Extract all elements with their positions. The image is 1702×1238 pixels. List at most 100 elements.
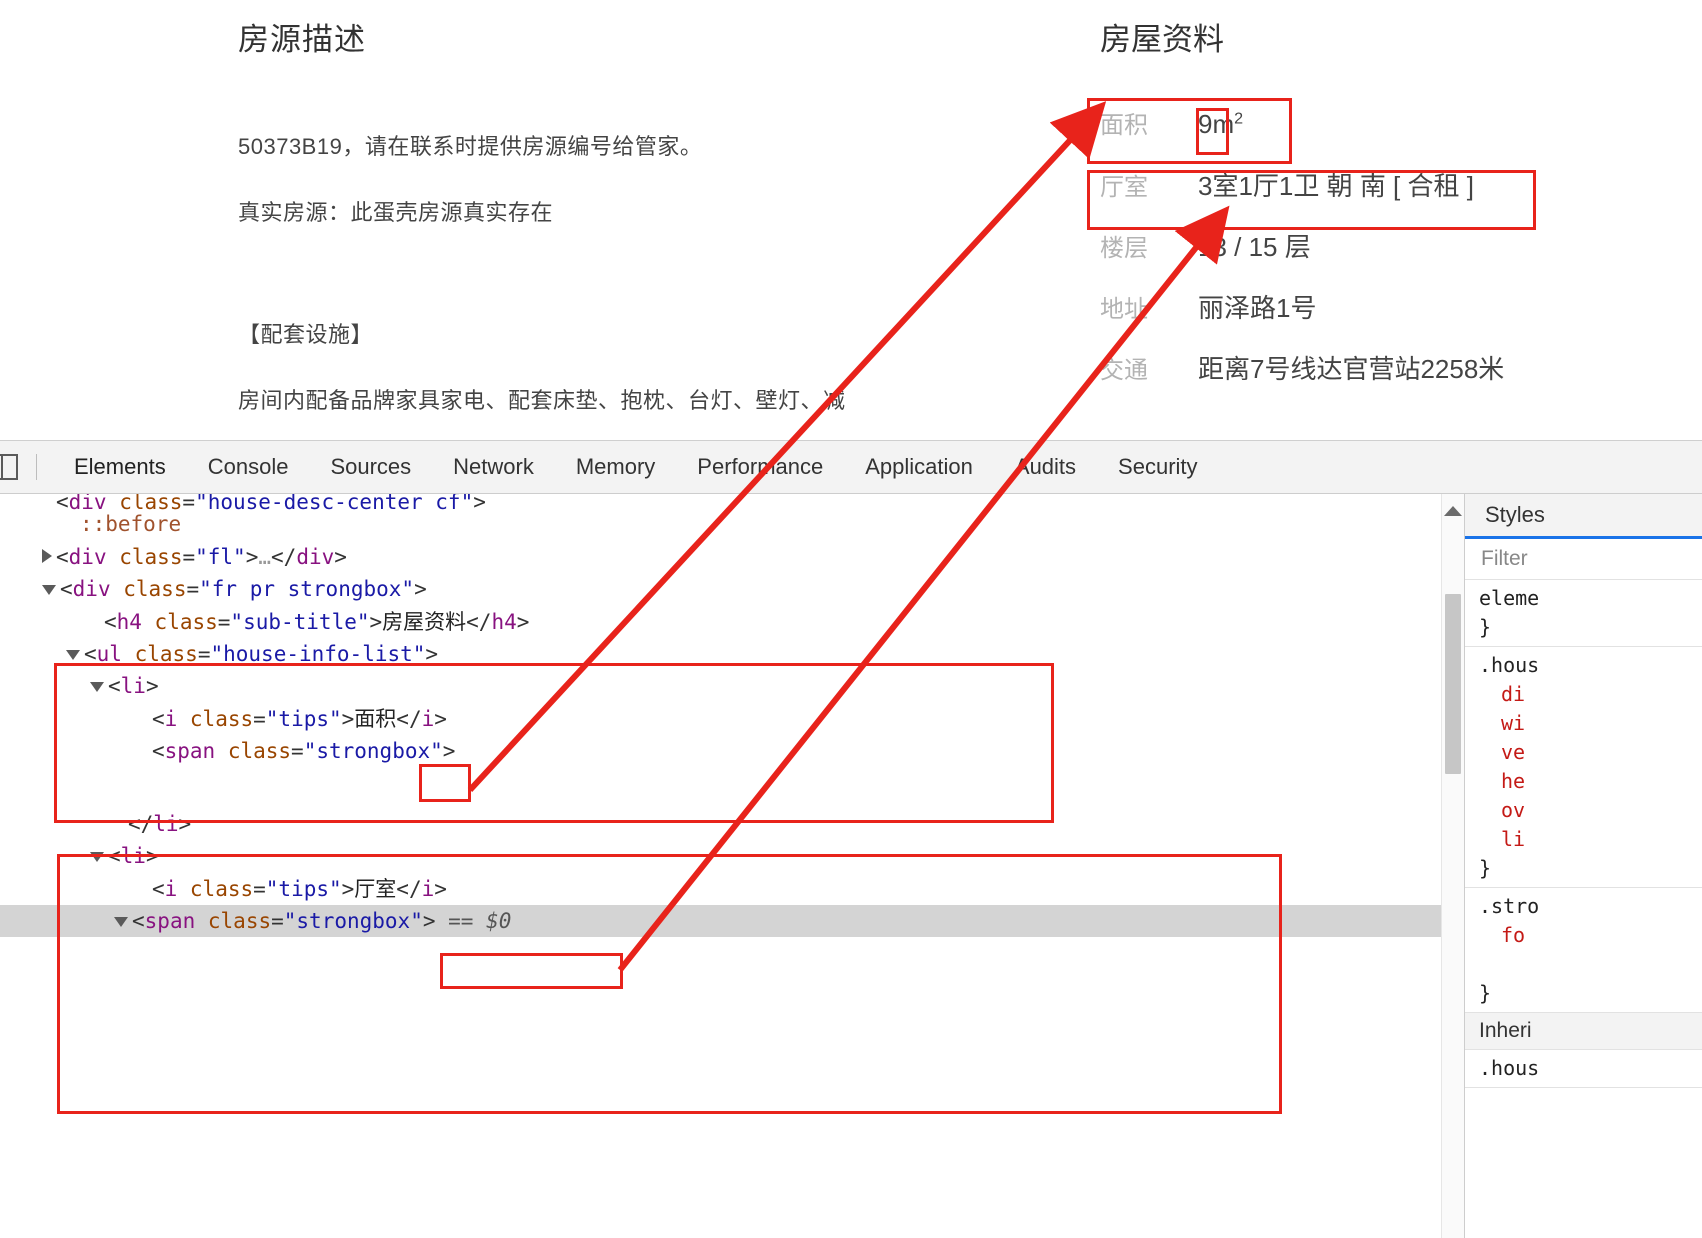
dom-token: i xyxy=(421,707,435,731)
devtools-panel: Elements Console Sources Network Memory … xyxy=(0,440,1702,1238)
dom-token: < xyxy=(56,545,69,569)
dom-tree-pane[interactable]: <div class="house-desc-center cf"> ::bef… xyxy=(0,494,1464,1238)
dom-token: div xyxy=(68,545,107,569)
dom-token: 房屋资料 xyxy=(382,610,467,634)
dom-tree-line[interactable]: <div class="fl">…</div> xyxy=(0,541,1464,573)
tab-security[interactable]: Security xyxy=(1097,454,1218,480)
dom-token: > xyxy=(178,812,192,836)
styles-pane[interactable]: Styles Filter eleme } .hous di wi ve he … xyxy=(1464,494,1702,1238)
tab-memory[interactable]: Memory xyxy=(555,454,676,480)
style-prop[interactable]: ve xyxy=(1479,738,1702,767)
dom-tree-line[interactable]: </li> xyxy=(0,808,1464,840)
style-prop[interactable]: di xyxy=(1479,680,1702,709)
toolbar-separator xyxy=(36,454,37,480)
dom-tree-scrollbar[interactable] xyxy=(1441,494,1464,1238)
area-unit: m xyxy=(1212,109,1235,139)
dom-token: < xyxy=(108,674,121,698)
row-value-rooms: 3室1厅1卫 朝 南 [ 合租 ] xyxy=(1198,171,1474,201)
dom-token: = xyxy=(253,877,266,901)
dom-tree-line[interactable]: <i class="tips">面积</i> xyxy=(0,703,1464,735)
dom-token: class xyxy=(227,739,292,763)
twisty-placeholder xyxy=(66,610,104,634)
dom-tree-line[interactable]: <div class="fr pr strongbox"> xyxy=(0,573,1464,605)
twisty-expanded-icon[interactable] xyxy=(90,852,104,862)
dom-token: < xyxy=(60,577,73,601)
row-value-floor: 13 / 15 层 xyxy=(1198,232,1311,262)
style-rule-house[interactable]: .hous di wi ve he ov li } xyxy=(1465,647,1702,888)
inherited-style-rule[interactable]: .hous xyxy=(1465,1050,1702,1088)
styles-filter-row[interactable]: Filter xyxy=(1465,539,1702,580)
twisty-expanded-icon[interactable] xyxy=(90,682,104,692)
inherited-from-label: Inheri xyxy=(1465,1013,1702,1050)
dom-token: > xyxy=(425,642,439,666)
twisty-expanded-icon[interactable] xyxy=(42,585,56,595)
dom-token: div xyxy=(72,577,111,601)
dom-token: = xyxy=(253,707,266,731)
dom-token: "strongbox" xyxy=(303,739,443,763)
row-label-transit: 交通 xyxy=(1100,357,1148,384)
dom-tree-line[interactable]: <ul class="house-info-list"> xyxy=(0,638,1464,670)
tab-styles[interactable]: Styles xyxy=(1485,502,1545,528)
dom-token: < xyxy=(151,707,165,731)
description-line-2: 真实房源：此蛋壳房源真实存在 xyxy=(238,200,554,225)
styles-filter-input[interactable]: Filter xyxy=(1481,547,1528,571)
dom-token: </ xyxy=(127,812,154,836)
dom-token xyxy=(107,545,120,569)
dom-token: 厅室 xyxy=(354,877,397,901)
dom-token: h4 xyxy=(491,610,517,634)
house-description-block: 房源描述 50373B19，请在联系时提供房源编号给管家。 真实房源：此蛋壳房源… xyxy=(238,14,1038,415)
dom-tree-line[interactable]: <span class="strongbox"> xyxy=(0,735,1464,767)
dom-token: > xyxy=(516,610,530,634)
house-info-list: 面积 9m2 厅室 3室1厅1卫 朝 南 [ 合租 ] 楼层 13 / 15 层… xyxy=(1100,105,1700,393)
web-page-preview: 房源描述 50373B19，请在联系时提供房源编号给管家。 真实房源：此蛋壳房源… xyxy=(0,0,1702,440)
dom-token xyxy=(177,707,190,731)
dom-token xyxy=(122,642,135,666)
dom-token: ul xyxy=(96,642,122,666)
dom-tree-line[interactable]: <span class="strongbox"> == $0 xyxy=(0,905,1464,937)
dom-token: class xyxy=(189,877,254,901)
style-rule-element[interactable]: eleme } xyxy=(1465,580,1702,647)
dom-tree-line[interactable]: <li> xyxy=(0,670,1464,702)
scrollbar-thumb[interactable] xyxy=(1445,594,1461,774)
style-prop[interactable]: fo xyxy=(1479,921,1702,950)
dom-token: "strongbox" xyxy=(283,909,423,933)
twisty-expanded-icon[interactable] xyxy=(66,650,80,660)
house-info-row-area: 面积 9m2 xyxy=(1100,105,1700,149)
dom-token: i xyxy=(164,707,178,731)
twisty-collapsed-icon[interactable] xyxy=(42,549,52,563)
dom-token: > xyxy=(245,545,259,569)
dom-tree-line[interactable]: <h4 class="sub-title">房屋资料</h4> xyxy=(0,606,1464,638)
tab-sources[interactable]: Sources xyxy=(309,454,432,480)
dom-token: li xyxy=(120,844,146,868)
style-rule-strongbox[interactable]: .stro fo } xyxy=(1465,888,1702,1013)
dom-token: li xyxy=(120,674,146,698)
tab-performance[interactable]: Performance xyxy=(676,454,844,480)
house-info-title: 房屋资料 xyxy=(1100,22,1224,57)
twisty-placeholder xyxy=(114,877,152,901)
style-rule-close: } xyxy=(1479,615,1492,639)
style-prop[interactable]: li xyxy=(1479,825,1702,854)
style-prop[interactable]: ov xyxy=(1479,796,1702,825)
tab-elements[interactable]: Elements xyxy=(53,454,187,480)
dom-tree-line[interactable]: ::before xyxy=(0,508,1464,540)
dom-token: class xyxy=(134,642,198,666)
dom-tree-line[interactable]: <li> xyxy=(0,840,1464,872)
tab-console[interactable]: Console xyxy=(187,454,310,480)
dom-token: </ xyxy=(466,610,492,634)
tab-network[interactable]: Network xyxy=(432,454,555,480)
dom-token: "tips" xyxy=(265,707,342,731)
scroll-up-arrow[interactable] xyxy=(1444,506,1462,516)
twisty-expanded-icon[interactable] xyxy=(114,917,128,927)
description-line-3: 【配套设施】 xyxy=(238,322,374,347)
dom-token: </ xyxy=(396,877,422,901)
style-prop[interactable]: wi xyxy=(1479,709,1702,738)
dom-token: ::before xyxy=(79,512,182,536)
tab-audits[interactable]: Audits xyxy=(994,454,1097,480)
house-info-block: 房屋资料 面积 9m2 厅室 3室1厅1卫 朝 南 [ 合租 ] 楼层 13 /… xyxy=(1100,14,1700,410)
row-label-area: 面积 xyxy=(1100,112,1148,139)
dom-tree-line[interactable]: <i class="tips">厅室</i> xyxy=(0,873,1464,905)
style-prop[interactable]: he xyxy=(1479,767,1702,796)
dock-side-icon[interactable] xyxy=(0,454,18,480)
house-info-row-floor: 楼层 13 / 15 层 xyxy=(1100,227,1700,271)
tab-application[interactable]: Application xyxy=(844,454,994,480)
